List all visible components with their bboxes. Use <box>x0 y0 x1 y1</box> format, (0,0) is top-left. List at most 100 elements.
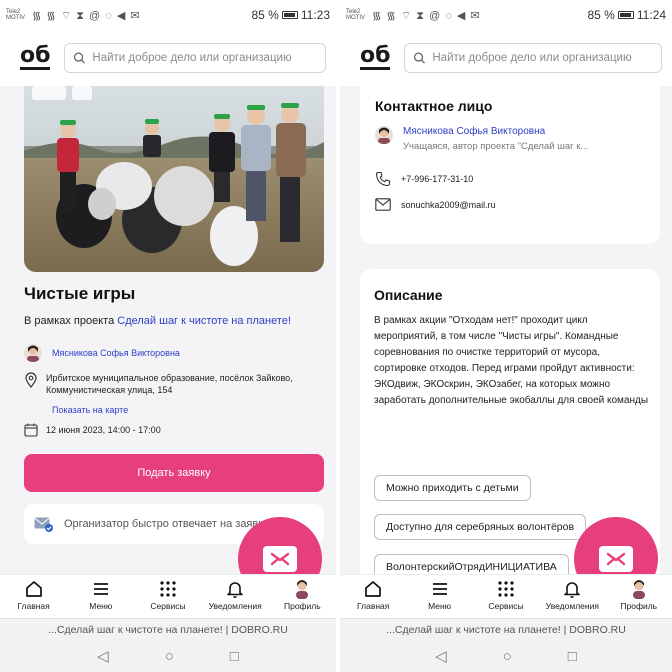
project-line: В рамках проекта Сделай шаг к чистоте на… <box>24 315 324 327</box>
home-circle-icon[interactable]: ○ <box>503 648 512 665</box>
contact-email-row[interactable]: sonuchka2009@mail.ru <box>375 198 496 211</box>
nav-label: Уведомления <box>208 601 262 611</box>
back-icon[interactable]: ◁ <box>97 647 109 665</box>
event-photo <box>24 86 324 272</box>
project-link[interactable]: Сделай шаг к чистоте на планете! <box>117 315 291 327</box>
nav-home[interactable]: Главная <box>4 579 64 611</box>
contact-name[interactable]: Мясникова Софья Викторовна <box>403 126 588 137</box>
status-icons: ᯾ ᯾ ⌔ ⧗ @ ◌ ◀ ✉ <box>32 9 141 22</box>
description-text: В рамках акции "Отходам нет!" проходит ц… <box>374 315 649 406</box>
phone-icon <box>375 171 391 187</box>
status-bar: Tele2 MOTIV ᯾ ᯾ ⌔ ⧗ @ ◌ ◀ ✉ 85 % 11:23 <box>0 0 336 30</box>
bottom-nav: Главная Меню Сервисы Уведомления Профиль <box>340 574 672 618</box>
battery-percent: 85 % <box>587 8 615 22</box>
chat-icon <box>263 546 297 572</box>
nav-menu[interactable]: Меню <box>410 579 470 611</box>
battery-icon <box>281 11 298 19</box>
nav-label: Меню <box>428 601 452 611</box>
contact-card: Контактное лицо Мясникова Софья Викторов… <box>360 86 660 244</box>
menu-icon <box>432 583 447 595</box>
battery-icon <box>617 11 634 19</box>
nav-services[interactable]: Сервисы <box>476 579 536 611</box>
contact-role: Учащаяся, автор проекта "Сделай шаг к... <box>403 141 589 152</box>
bottom-nav: Главная Меню Сервисы Уведомления Профиль <box>0 574 336 618</box>
search-icon <box>74 52 86 64</box>
event-datetime: 12 июня 2023, 14:00 - 17:00 <box>46 425 161 435</box>
address-row: Ирбитское муниципальное образование, пос… <box>24 372 304 396</box>
nav-notifications[interactable]: Уведомления <box>542 579 602 611</box>
nav-label: Главная <box>357 601 390 611</box>
app-header: об <box>340 30 672 86</box>
project-prefix: В рамках проекта <box>24 315 118 327</box>
browser-url-bar[interactable]: ...Сделай шаг к чистоте на планете! | DO… <box>0 618 336 640</box>
dobro-logo[interactable]: об <box>20 45 51 70</box>
nav-label: Сервисы <box>488 601 524 611</box>
recents-icon[interactable]: □ <box>230 648 239 665</box>
nav-label: Сервисы <box>150 601 186 611</box>
grid-icon <box>160 581 176 597</box>
nav-profile[interactable]: Профиль <box>609 579 669 611</box>
search-bar[interactable] <box>404 43 662 73</box>
profile-avatar <box>296 580 309 599</box>
nav-label: Главная <box>17 601 50 611</box>
nav-notifications[interactable]: Уведомления <box>205 579 265 611</box>
nav-home[interactable]: Главная <box>343 579 403 611</box>
contact-person[interactable]: Мясникова Софья Викторовна Учащаяся, авт… <box>375 126 588 152</box>
location-pin-icon <box>25 372 37 388</box>
nav-label: Меню <box>89 601 113 611</box>
back-icon[interactable]: ◁ <box>435 647 447 665</box>
mail-check-icon <box>34 517 53 532</box>
clock: 11:23 <box>300 8 330 22</box>
search-icon <box>414 52 426 64</box>
contact-phone[interactable]: +7-996-177-31-10 <box>401 174 473 184</box>
contact-email[interactable]: sonuchka2009@mail.ru <box>401 200 496 210</box>
nav-label: Профиль <box>620 601 658 611</box>
home-icon <box>365 581 382 597</box>
dobro-logo[interactable]: об <box>360 45 391 70</box>
nav-profile[interactable]: Профиль <box>272 579 332 611</box>
bell-icon <box>564 582 581 598</box>
screen-event-contacts: Tele2 MOTIV ᯾ ᯾ ⌔ ⧗ @ ◌ ◀ ✉ 85 % 11:24 о… <box>340 0 672 672</box>
battery-percent: 85 % <box>251 8 279 22</box>
browser-url-bar[interactable]: ...Сделай шаг к чистоте на планете! | DO… <box>340 618 672 640</box>
carrier-label: Tele2 MOTIV <box>6 9 25 21</box>
tag-with-children[interactable]: Можно приходить с детьми <box>374 475 531 501</box>
search-input[interactable] <box>432 52 653 64</box>
organizer-name[interactable]: Мясникова Софья Викторовна <box>52 348 180 358</box>
organizer-row[interactable]: Мясникова Софья Викторовна <box>24 344 180 362</box>
contacts-content[interactable]: Контактное лицо Мясникова Софья Викторов… <box>340 86 672 574</box>
show-on-map-link[interactable]: Показать на карте <box>52 405 128 415</box>
screen-event-details: Tele2 MOTIV ᯾ ᯾ ⌔ ⧗ @ ◌ ◀ ✉ 85 % 11:23 о… <box>0 0 336 672</box>
status-right: 85 % 11:23 <box>252 8 331 22</box>
event-title: Чистые игры <box>24 284 136 303</box>
mail-icon <box>375 198 391 211</box>
carrier-label: Tele2 MOTIV <box>346 9 365 21</box>
menu-icon <box>93 583 108 595</box>
nav-label: Профиль <box>283 601 321 611</box>
address-text: Ирбитское муниципальное образование, пос… <box>46 373 293 395</box>
clock: 11:24 <box>636 8 666 22</box>
apply-button[interactable]: Подать заявку <box>24 454 324 492</box>
recents-icon[interactable]: □ <box>568 648 577 665</box>
status-bar: Tele2 MOTIV ᯾ ᯾ ⌔ ⧗ @ ◌ ◀ ✉ 85 % 11:24 <box>340 0 672 30</box>
chat-icon <box>599 546 633 572</box>
home-circle-icon[interactable]: ○ <box>165 648 174 665</box>
search-bar[interactable] <box>64 43 326 73</box>
nav-services[interactable]: Сервисы <box>138 579 198 611</box>
organizer-note-text: Организатор быстро отвечает на заявки <box>64 518 270 530</box>
tag-volunteer-squad[interactable]: ВолонтерскийОтрядИНИЦИАТИВА <box>374 554 569 574</box>
status-icons: ᯾ ᯾ ⌔ ⧗ @ ◌ ◀ ✉ <box>372 9 481 22</box>
bell-icon <box>227 582 243 598</box>
map-link-row[interactable]: Показать на карте <box>52 405 128 415</box>
app-header: об <box>0 30 336 86</box>
search-input[interactable] <box>92 52 317 64</box>
system-nav-bar: ◁ ○ □ <box>340 640 672 672</box>
tag-silver-volunteers[interactable]: Доступно для серебряных волонтёров <box>374 514 587 540</box>
grid-icon <box>498 581 514 597</box>
event-content[interactable]: Чистые игры В рамках проекта Сделай шаг … <box>0 86 336 574</box>
contact-phone-row[interactable]: +7-996-177-31-10 <box>375 171 473 187</box>
contact-avatar <box>375 126 393 144</box>
organizer-avatar <box>24 344 42 362</box>
nav-menu[interactable]: Меню <box>71 579 131 611</box>
description-title: Описание <box>374 287 443 303</box>
